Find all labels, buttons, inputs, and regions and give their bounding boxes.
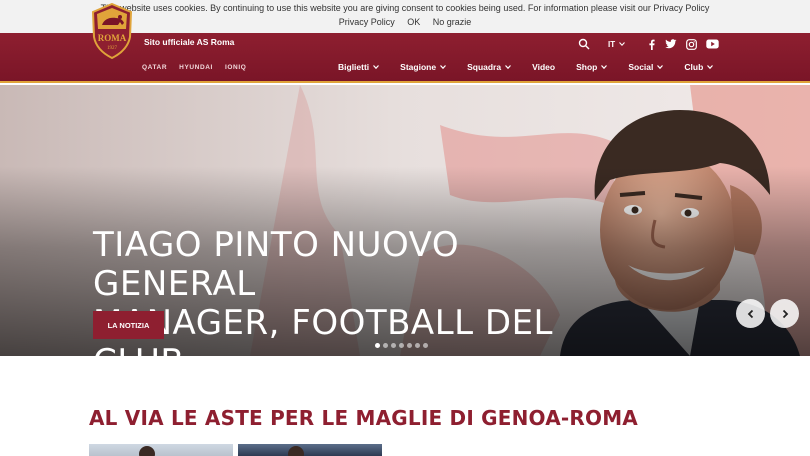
card-thumbnail [288, 446, 304, 456]
chevron-down-icon [619, 42, 626, 47]
nav-label: Biglietti [338, 62, 370, 72]
slider-dot[interactable] [407, 343, 412, 348]
slider-dot[interactable] [375, 343, 380, 348]
nav-label: Video [532, 62, 556, 72]
sponsor-logos: QATAR HYUNDAI IONIQ [142, 64, 246, 71]
nav-label: Squadra [467, 62, 502, 72]
twitter-icon[interactable] [665, 39, 677, 49]
language-selector[interactable]: IT [608, 39, 626, 49]
slider-dot[interactable] [391, 343, 396, 348]
chevron-down-icon [373, 65, 380, 70]
crest-year-text: 1927 [107, 46, 118, 51]
cookie-decline-button[interactable]: No grazie [433, 17, 472, 27]
site-title[interactable]: Sito ufficiale AS Roma [144, 37, 234, 47]
nav-label: Social [628, 62, 654, 72]
slider-next-button[interactable] [770, 299, 799, 328]
nav-item-biglietti[interactable]: Biglietti [338, 62, 380, 72]
sponsor-ioniq[interactable]: IONIQ [225, 64, 246, 71]
hero-headline-line1: TIAGO PINTO NUOVO GENERAL [93, 225, 460, 304]
instagram-icon[interactable] [686, 38, 698, 50]
slider-pagination [375, 343, 428, 348]
slider-dot[interactable] [415, 343, 420, 348]
hero-headline[interactable]: TIAGO PINTO NUOVO GENERAL MANAGER, FOOTB… [93, 225, 633, 357]
nav-label: Stagione [400, 62, 437, 72]
slider-prev-button[interactable] [736, 299, 765, 328]
sponsor-hyundai[interactable]: HYUNDAI [179, 64, 213, 71]
crest-roma-text: ROMA [98, 33, 127, 43]
slider-dot[interactable] [383, 343, 388, 348]
youtube-icon[interactable] [706, 39, 719, 49]
nav-item-shop[interactable]: Shop [576, 62, 608, 72]
privacy-policy-link[interactable]: Privacy Policy [339, 17, 395, 27]
main-navigation: Biglietti Stagione Squadra Video Shop So… [338, 62, 714, 72]
chevron-down-icon [601, 65, 608, 70]
nav-label: Shop [576, 62, 598, 72]
nav-item-video[interactable]: Video [532, 62, 555, 72]
card-thumbnail [139, 446, 155, 456]
section-title[interactable]: AL VIA LE ASTE PER LE MAGLIE DI GENOA-RO… [89, 406, 638, 430]
nav-item-club[interactable]: Club [684, 62, 714, 72]
chevron-right-icon [782, 309, 788, 318]
search-icon[interactable] [578, 38, 590, 50]
slider-dot[interactable] [399, 343, 404, 348]
nav-item-squadra[interactable]: Squadra [467, 62, 512, 72]
chevron-down-icon [440, 65, 447, 70]
chevron-left-icon [747, 309, 753, 318]
read-news-button[interactable]: LA NOTIZIA [93, 311, 164, 339]
nav-label: Club [684, 62, 704, 72]
as-roma-crest-logo[interactable]: ROMA 1927 [90, 3, 134, 59]
language-label: IT [608, 39, 616, 49]
chevron-down-icon [707, 65, 714, 70]
chevron-down-icon [657, 65, 664, 70]
facebook-icon[interactable] [647, 39, 656, 50]
news-card[interactable] [89, 444, 233, 456]
news-card[interactable] [238, 444, 382, 456]
sponsor-qatar[interactable]: QATAR [142, 64, 167, 71]
hero-headline-line2: MANAGER, FOOTBALL DEL CLUB [93, 303, 553, 357]
nav-item-social[interactable]: Social [628, 62, 664, 72]
nav-item-stagione[interactable]: Stagione [400, 62, 447, 72]
hero-slider: TIAGO PINTO NUOVO GENERAL MANAGER, FOOTB… [0, 85, 810, 356]
slider-dot[interactable] [423, 343, 428, 348]
chevron-down-icon [505, 65, 512, 70]
cookie-ok-button[interactable]: OK [407, 17, 420, 27]
